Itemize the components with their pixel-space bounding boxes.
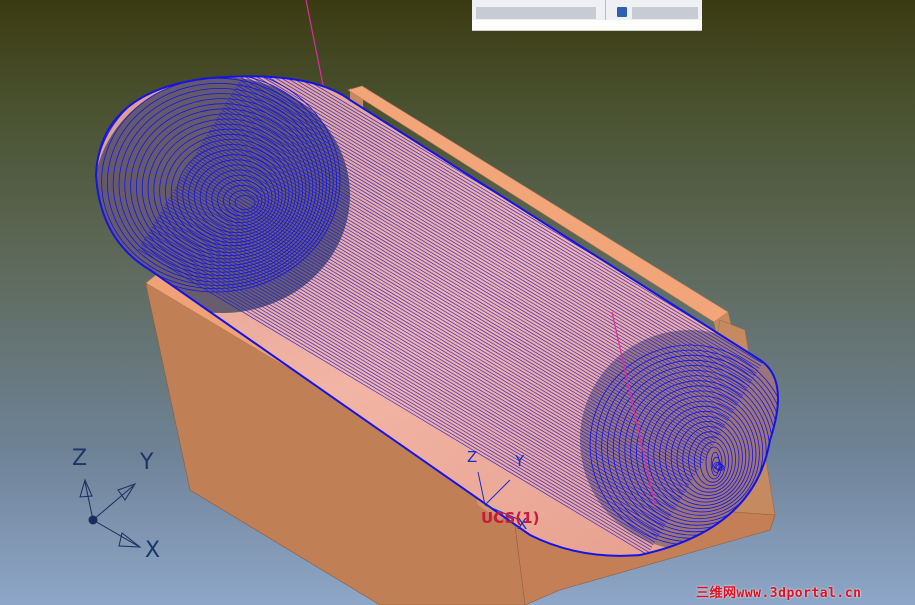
triad-x-label: X [145, 538, 161, 563]
site-watermark: 三维网www.3dportal.cn [696, 586, 862, 601]
toolbar-lower-bar [472, 20, 702, 30]
ucs-z-label: Z [467, 448, 478, 466]
scene-canvas[interactable] [0, 0, 915, 605]
triad-z-label: Z [72, 446, 88, 471]
ucs-name-label[interactable]: UCS(1) [481, 511, 539, 526]
toolbar-text-placeholder [476, 7, 596, 19]
view-triad [79, 478, 142, 548]
triad-y-label: Y [140, 450, 154, 475]
cad-3d-viewport[interactable]: Z Y X Z Y X UCS(1) 三维网www.3dportal.cn [0, 0, 915, 605]
toolbar-separator [605, 0, 606, 20]
top-toolbar-strip[interactable] [472, 0, 702, 31]
toolbar-text-placeholder-2 [632, 7, 698, 19]
ucs-y-label: Y [515, 452, 525, 470]
toolbar-app-icon[interactable] [617, 7, 627, 17]
